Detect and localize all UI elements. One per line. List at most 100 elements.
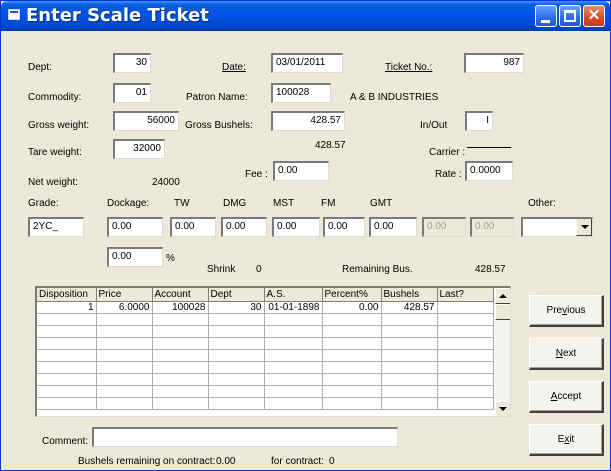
ticket-no-label: Ticket No.:	[385, 62, 433, 73]
patron-name-label: Patron Name:	[186, 92, 248, 103]
contract-remaining-label: Bushels remaining on contract:	[78, 456, 216, 467]
accept-label-end: ccept	[557, 391, 582, 402]
chevron-down-icon[interactable]	[576, 219, 592, 236]
scale-ticket-window: Enter Scale Ticket ✕ Dept: 30 Date: 03/0…	[0, 0, 611, 471]
column-header[interactable]: Bushels	[381, 288, 438, 302]
scroll-up-icon[interactable]	[495, 288, 510, 304]
table-row[interactable]	[37, 397, 494, 410]
net-weight-value: 24000	[152, 177, 180, 188]
table-scrollbar[interactable]	[495, 288, 510, 416]
extra-grade-field-2: 0.00	[470, 217, 514, 237]
table-cell[interactable]: 0.00	[322, 301, 382, 314]
net-bushels-value: 428.57	[315, 140, 346, 151]
gross-weight-field[interactable]: 56000	[113, 111, 179, 131]
table-row[interactable]	[37, 325, 494, 338]
date-label: Date:	[222, 62, 246, 73]
patron-field[interactable]: 100028	[271, 83, 331, 103]
patron-name-text: A & B INDUSTRIES	[350, 92, 439, 103]
for-contract-label: for contract:	[271, 456, 324, 467]
table-cell[interactable]: 1	[37, 301, 97, 314]
tare-weight-label: Tare weight:	[28, 147, 82, 158]
column-header[interactable]: A.S.	[264, 288, 323, 302]
accept-button[interactable]: Accept	[529, 381, 604, 413]
table-row[interactable]: 1 6.0000 100028 30 01-01-1898 0.00 428.5…	[37, 301, 494, 314]
column-header[interactable]: Last?	[437, 288, 494, 302]
title-bar[interactable]: Enter Scale Ticket ✕	[1, 1, 610, 31]
fee-label: Fee :	[245, 169, 268, 180]
table-cell[interactable]: 100028	[152, 301, 209, 314]
commodity-field[interactable]: 01	[113, 83, 151, 103]
table-cell[interactable]: 01-01-1898	[264, 301, 323, 314]
net-weight-label: Net weight:	[28, 177, 79, 188]
gross-bushels-label: Gross Bushels:	[185, 120, 253, 131]
dockage-field[interactable]: 0.00	[107, 217, 163, 237]
in-out-field[interactable]: I	[465, 111, 493, 131]
column-header[interactable]: Dept	[208, 288, 265, 302]
table-row[interactable]	[37, 385, 494, 398]
comment-label: Comment:	[42, 436, 89, 447]
rate-label: Rate :	[435, 169, 462, 180]
extra-grade-field-1: 0.00	[422, 217, 466, 237]
exit-label-end: it	[569, 434, 575, 445]
table-cell[interactable]: 30	[208, 301, 265, 314]
scroll-down-icon[interactable]	[495, 401, 510, 416]
other-dropdown[interactable]	[521, 217, 593, 237]
table-row[interactable]	[37, 349, 494, 362]
dockage-label: Dockage:	[107, 198, 150, 209]
previous-label-start: Pre	[546, 305, 563, 316]
ticket-no-field[interactable]: 987	[464, 53, 524, 73]
tw-field[interactable]: 0.00	[170, 217, 216, 237]
commodity-label: Commodity:	[28, 92, 82, 103]
tare-weight-field[interactable]: 32000	[113, 139, 165, 159]
fm-field[interactable]: 0.00	[323, 217, 365, 237]
dockage-percent-field[interactable]: 0.00	[107, 247, 163, 267]
remaining-bushels-label: Remaining Bus.	[342, 264, 413, 275]
comment-field[interactable]	[92, 427, 398, 447]
remaining-bushels-value: 428.57	[475, 264, 506, 275]
table-row[interactable]	[37, 373, 494, 386]
other-label: Other:	[528, 198, 556, 209]
next-label-end: ext	[562, 348, 577, 359]
window-title: Enter Scale Ticket	[26, 5, 209, 26]
scroll-thumb[interactable]	[495, 304, 510, 320]
mst-field[interactable]: 0.00	[272, 217, 320, 237]
gmt-field[interactable]: 0.00	[369, 217, 417, 237]
next-accesskey: N	[555, 348, 563, 359]
table-cell[interactable]: 6.0000	[96, 301, 153, 314]
gmt-label: GMT	[370, 198, 393, 209]
exit-button[interactable]: Exit	[529, 424, 604, 456]
date-field[interactable]: 03/01/2011	[271, 53, 343, 73]
gross-bushels-field[interactable]: 428.57	[271, 111, 345, 131]
previous-button[interactable]: Previous	[529, 295, 604, 327]
next-button[interactable]: Next	[529, 338, 604, 370]
gross-weight-label: Gross weight:	[28, 120, 90, 131]
maximize-button[interactable]	[559, 5, 581, 27]
close-button[interactable]: ✕	[583, 5, 605, 27]
dept-label: Dept:	[28, 62, 52, 73]
minimize-button[interactable]	[535, 5, 557, 27]
dmg-field[interactable]: 0.00	[221, 217, 267, 237]
disposition-table[interactable]: Disposition Price Account Dept A.S. Perc…	[35, 286, 511, 417]
table-row[interactable]	[37, 337, 494, 350]
in-out-label: In/Out	[420, 120, 448, 131]
mst-label: MST	[273, 198, 295, 209]
grade-field[interactable]: 2YC_	[28, 217, 84, 237]
dmg-label: DMG	[223, 198, 247, 209]
column-header[interactable]: Percent%	[322, 288, 382, 302]
table-row[interactable]	[37, 313, 494, 326]
fee-field[interactable]: 0.00	[273, 161, 329, 181]
rate-field[interactable]: 0.0000	[465, 161, 513, 181]
table-cell[interactable]	[437, 301, 494, 314]
shrink-value: 0	[256, 264, 262, 275]
table-row[interactable]	[37, 361, 494, 374]
column-header[interactable]: Price	[96, 288, 153, 302]
carrier-field[interactable]	[467, 147, 511, 148]
column-header[interactable]: Account	[152, 288, 209, 302]
carrier-label: Carrier :	[429, 147, 466, 158]
table-cell[interactable]: 428.57	[381, 301, 438, 314]
maximize-icon	[564, 10, 576, 22]
minimize-icon	[541, 20, 550, 23]
column-header[interactable]: Disposition	[37, 288, 97, 302]
for-contract-value: 0	[329, 456, 335, 467]
dept-field[interactable]: 30	[113, 53, 151, 73]
